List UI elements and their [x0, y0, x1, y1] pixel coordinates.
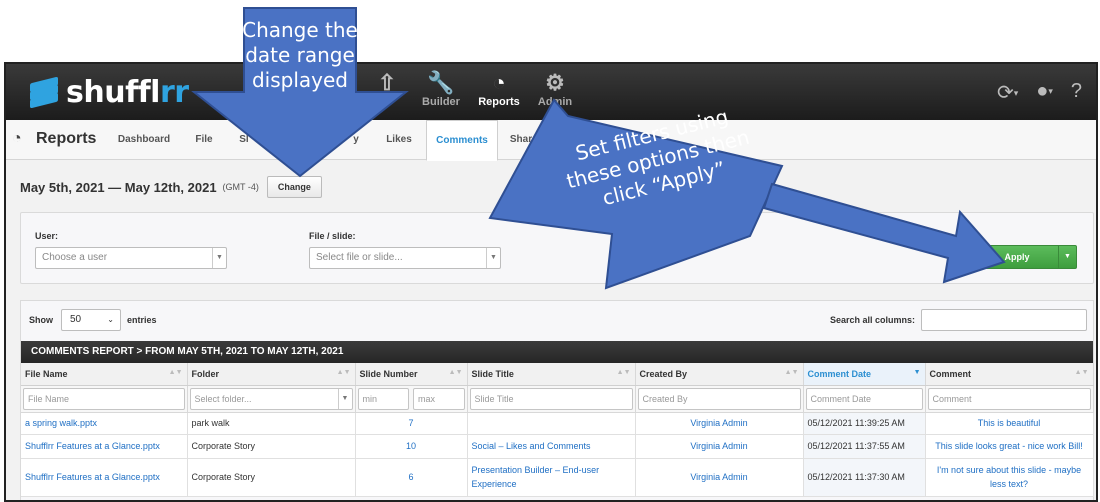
col-slide-number[interactable]: Slide Number ▲▼ — [355, 363, 468, 386]
table-row: a spring walk.pptx park walk 7 Virginia … — [21, 412, 1094, 435]
shufflrr-logo[interactable]: shufflrr — [28, 74, 189, 110]
created-by-link[interactable]: Virginia Admin — [635, 458, 804, 497]
comment-link[interactable]: This is beautiful — [925, 412, 1094, 435]
user-filter-label: User: — [35, 231, 59, 241]
table-row: Shufflrr Features at a Glance.pptx Corpo… — [21, 458, 1094, 497]
slide-title-filter[interactable]: Slide Title — [469, 387, 633, 410]
screenshot-root: shufflrr ⇧ 🔧 Builder ◔ Reports ⚙ Admin ⟳… — [0, 0, 1100, 502]
change-date-button[interactable]: Change — [266, 176, 322, 198]
slide-number-link[interactable]: 10 — [355, 434, 468, 459]
slide-min-filter[interactable]: min — [357, 387, 409, 410]
chevron-down-icon: ▼ — [486, 248, 500, 268]
app-window: shufflrr ⇧ 🔧 Builder ◔ Reports ⚙ Admin ⟳… — [4, 62, 1098, 502]
annotation-change-date: Change the date range displayed — [242, 18, 358, 92]
search-all-columns-input[interactable] — [921, 309, 1087, 331]
reports-subnav: ◔ Reports Dashboard File Sl y Likes Comm… — [6, 120, 1096, 161]
comments-table: File Name ▲▼ Folder ▲▼ Slide Number ▲▼ Slid… — [21, 363, 1094, 497]
top-right-icons: ⟳▾ ●▾ ? — [997, 80, 1082, 105]
file-slide-select[interactable]: Select file or slide... ▼ — [309, 247, 501, 269]
help-icon[interactable]: ? — [1071, 80, 1082, 105]
col-created-by[interactable]: Created By ▲▼ — [635, 363, 804, 386]
report-table-panel: Show 50 ⌄ entries Search all columns: CO… — [20, 300, 1094, 500]
search-control: Search all columns: — [830, 309, 1087, 331]
chevron-down-icon: ▼ — [212, 248, 226, 268]
comment-date-filter[interactable]: Comment Date — [805, 387, 923, 410]
file-name-link[interactable]: Shufflrr Features at a Glance.pptx — [21, 434, 188, 459]
date-range: May 5th, 2021 — May 12th, 2021 — [20, 179, 217, 195]
col-file-name[interactable]: File Name ▲▼ — [21, 363, 188, 386]
tab-dashboard[interactable]: Dashboard — [112, 120, 176, 160]
file-filter-label: File / slide: — [309, 231, 356, 241]
created-by-link[interactable]: Virginia Admin — [635, 434, 804, 459]
filter-panel: User: Choose a user ▼ File / slide: Sele… — [20, 212, 1094, 284]
tab-activity[interactable]: y — [348, 120, 364, 160]
file-name-link[interactable]: Shufflrr Features at a Glance.pptx — [21, 458, 188, 497]
folder-cell: Corporate Story — [187, 434, 356, 459]
tab-comments[interactable]: Comments — [426, 120, 498, 161]
folder-filter[interactable]: Select folder... ▼ — [189, 387, 353, 410]
nav-reports-label: Reports — [478, 96, 520, 108]
sort-icon: ▲▼ — [1074, 369, 1089, 376]
chevron-down-icon: ⌄ — [107, 315, 114, 324]
page-title: Reports — [36, 130, 97, 147]
created-by-filter[interactable]: Created By — [637, 387, 801, 410]
comment-date-cell: 05/12/2021 11:37:30 AM — [803, 458, 926, 497]
slide-title-link[interactable]: Social – Likes and Comments — [467, 434, 636, 459]
logo-stack-icon — [28, 76, 62, 109]
created-by-link[interactable]: Virginia Admin — [635, 412, 804, 435]
col-comment[interactable]: Comment ▲▼ — [925, 363, 1094, 386]
comment-filter[interactable]: Comment — [927, 387, 1091, 410]
logo-text: shufflrr — [66, 74, 189, 110]
user-select[interactable]: Choose a user ▼ — [35, 247, 227, 269]
tab-file[interactable]: File — [186, 120, 222, 160]
entries-select[interactable]: 50 ⌄ — [61, 309, 121, 331]
sync-icon[interactable]: ⟳▾ — [997, 80, 1018, 105]
apply-button[interactable]: Apply ▼ — [973, 245, 1077, 269]
col-slide-title[interactable]: Slide Title ▲▼ — [467, 363, 636, 386]
file-name-filter[interactable]: File Name — [23, 387, 185, 410]
sort-icon: ▲▼ — [168, 369, 183, 376]
file-name-link[interactable]: a spring walk.pptx — [21, 412, 188, 435]
report-header: COMMENTS REPORT > FROM MAY 5TH, 2021 TO … — [21, 341, 1093, 363]
top-navbar: shufflrr ⇧ 🔧 Builder ◔ Reports ⚙ Admin ⟳… — [6, 64, 1096, 120]
nav-admin[interactable]: ⚙ Admin — [520, 70, 590, 108]
slide-number-link[interactable]: 7 — [355, 412, 468, 435]
tab-likes[interactable]: Likes — [378, 120, 420, 160]
table-row: Shufflrr Features at a Glance.pptx Corpo… — [21, 434, 1094, 459]
slide-max-filter[interactable]: max — [413, 387, 465, 410]
date-range-row: May 5th, 2021 — May 12th, 2021 (GMT -4) … — [20, 176, 322, 198]
folder-cell: park walk — [187, 412, 356, 435]
comment-link[interactable]: This slide looks great - nice work Bill! — [925, 434, 1094, 459]
table-header-row: File Name ▲▼ Folder ▲▼ Slide Number ▲▼ Slid… — [21, 363, 1094, 386]
sort-icon: ▲▼ — [448, 369, 463, 376]
sort-icon: ▲▼ — [784, 369, 799, 376]
slide-title-link[interactable]: Presentation Builder – End-user Experien… — [467, 458, 636, 497]
sort-icon: ▲▼ — [336, 369, 351, 376]
chevron-down-icon: ▼ — [337, 388, 352, 409]
slide-title-link[interactable] — [467, 412, 636, 435]
column-filter-row: File Name Select folder... ▼ min max Slide… — [21, 385, 1094, 413]
apply-dropdown-icon[interactable]: ▼ — [1058, 246, 1076, 268]
tab-slides[interactable]: Sl — [232, 120, 256, 160]
tab-shares[interactable]: Shar — [506, 120, 536, 160]
comment-link[interactable]: I'm not sure about this slide - maybe le… — [925, 458, 1094, 497]
nav-admin-label: Admin — [537, 96, 573, 108]
nav-builder-label: Builder — [422, 96, 460, 108]
sort-desc-icon: ▼ — [913, 369, 921, 376]
col-folder[interactable]: Folder ▲▼ — [187, 363, 356, 386]
entries-control: Show 50 ⌄ entries — [29, 309, 157, 331]
folder-cell: Corporate Story — [187, 458, 356, 497]
comment-date-cell: 05/12/2021 11:39:25 AM — [803, 412, 926, 435]
reports-pie-icon: ◔ — [12, 130, 22, 147]
slide-number-link[interactable]: 6 — [355, 458, 468, 497]
timezone-label: (GMT -4) — [222, 182, 259, 192]
col-comment-date[interactable]: Comment Date ▼ — [803, 363, 926, 386]
user-icon[interactable]: ●▾ — [1036, 80, 1053, 105]
gear-icon: ⚙ — [545, 70, 565, 95]
comment-date-cell: 05/12/2021 11:37:55 AM — [803, 434, 926, 459]
sort-icon: ▲▼ — [616, 369, 631, 376]
